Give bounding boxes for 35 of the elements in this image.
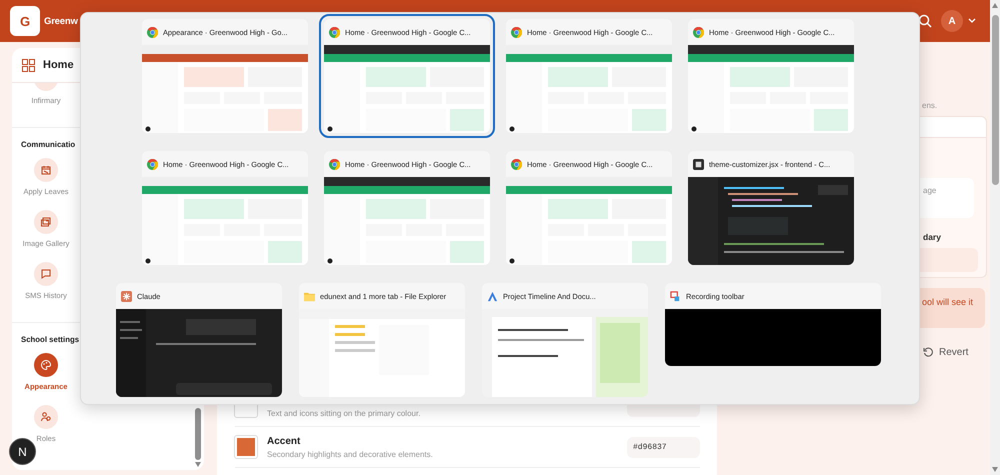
color-description: Text and icons sitting on the primary colour. [267,408,422,418]
app-icon [693,158,704,170]
app-icon [487,290,498,302]
field-label: dary [923,232,942,242]
starburst-icon [121,290,132,302]
folder-icon [304,290,315,302]
browser-icon [693,26,704,38]
school-name: Greenw [44,16,78,26]
grid-icon [22,58,35,72]
search-icon[interactable] [918,14,932,28]
scroll-down-icon[interactable] [195,462,201,467]
palette-icon[interactable] [34,353,58,377]
images-icon[interactable] [34,210,58,234]
browser-icon [511,158,522,170]
note-text: ens. [922,101,938,110]
refresh-icon [923,347,933,357]
school-logo: G [10,6,40,36]
scrollbar-thumb[interactable] [195,408,201,460]
caret-icon[interactable] [968,18,976,24]
color-name: Accent [267,436,302,446]
home-label: Home [43,59,74,71]
browser-icon [147,158,158,170]
color-swatch[interactable] [235,436,257,458]
browser-icon [329,158,340,170]
color-description: Secondary highlights and decorative elements. [267,450,434,458]
chat-icon[interactable] [34,262,58,286]
browser-icon [329,26,340,38]
hex-field[interactable]: #d96837 [627,436,700,458]
page-scrollbar[interactable] [990,0,1000,475]
user-avatar[interactable]: A [941,10,963,32]
browser-icon [147,26,158,38]
browser-icon [511,26,522,38]
people-icon[interactable] [34,405,58,429]
calendar-icon[interactable] [34,158,58,182]
squares-icon [670,290,681,302]
